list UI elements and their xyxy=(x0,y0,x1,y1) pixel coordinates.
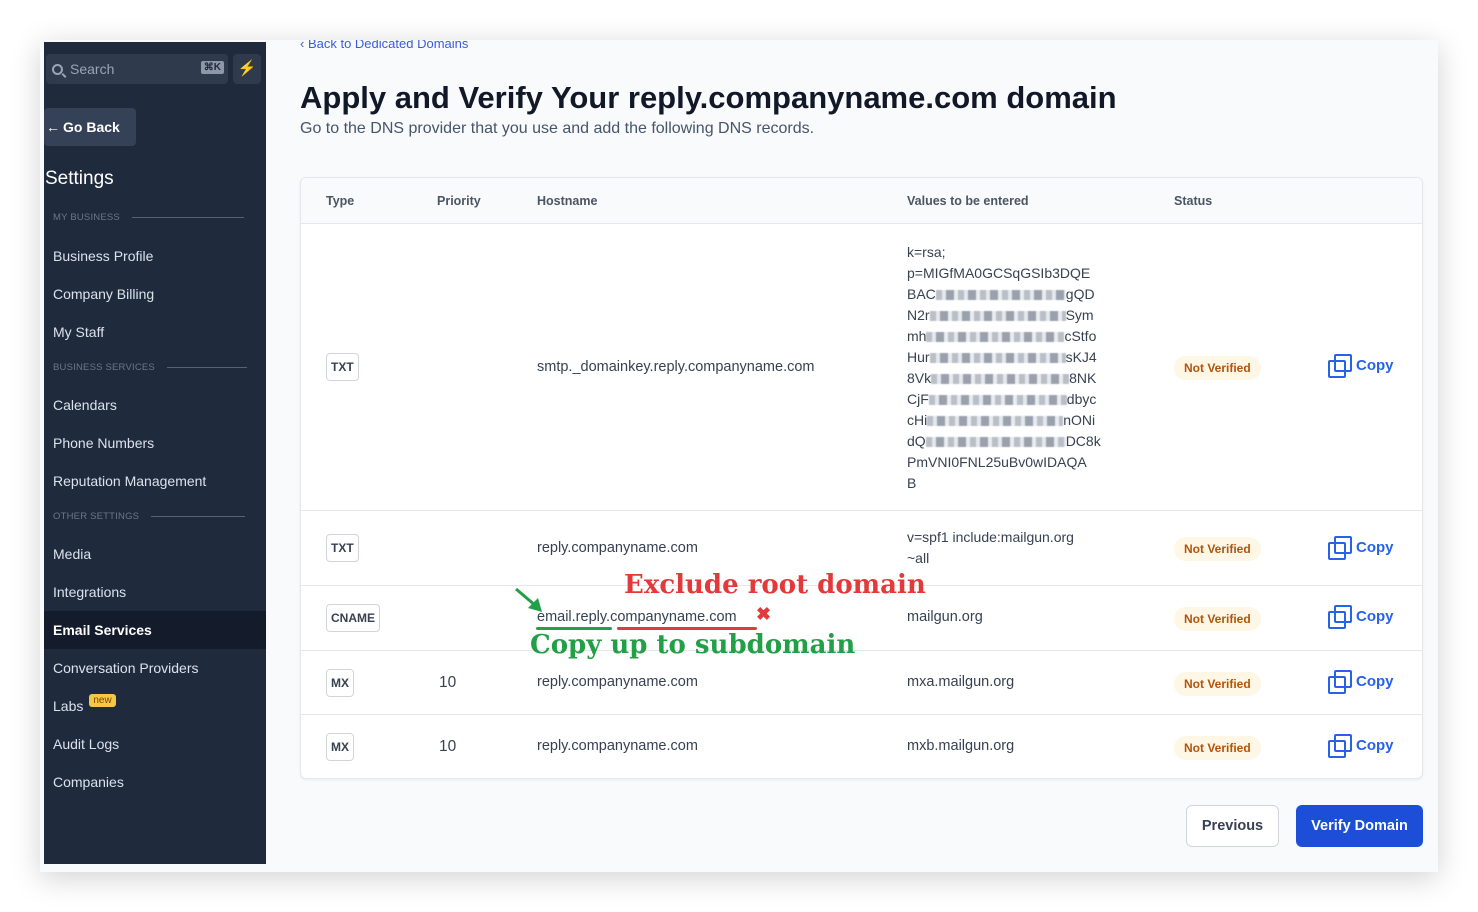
sidebar-item-my-staff[interactable]: My Staff xyxy=(53,324,104,340)
annotation-exclude-root-domain: Exclude root domain xyxy=(624,570,926,600)
table-row: MX 10 reply.companyname.com mxb.mailgun.… xyxy=(301,715,1422,779)
type-badge: TXT xyxy=(326,353,359,381)
dns-records-table: Type Priority Hostname Values to be ente… xyxy=(300,177,1423,779)
page-subtitle: Go to the DNS provider that you use and … xyxy=(300,120,815,137)
type-badge: CNAME xyxy=(326,604,380,632)
header-values: Values to be entered xyxy=(907,194,1029,208)
go-back-label: Go Back xyxy=(63,119,120,135)
sidebar-item-business-profile[interactable]: Business Profile xyxy=(53,248,153,264)
hostname-cell[interactable]: reply.companyname.com xyxy=(537,738,698,754)
sidebar-item-audit-logs[interactable]: Audit Logs xyxy=(53,736,119,752)
lightning-bolt-icon[interactable]: ⚡ xyxy=(233,54,261,84)
table-header: Type Priority Hostname Values to be ente… xyxy=(301,178,1422,224)
copy-icon xyxy=(1328,605,1352,629)
table-row: TXT smtp._domainkey.reply.companyname.co… xyxy=(301,224,1422,511)
search-shortcut: ⌘K xyxy=(200,61,224,74)
sidebar-item-email-services[interactable]: Email Services xyxy=(53,622,152,638)
annotation-arrow-icon xyxy=(515,587,542,612)
annotation-underline-red xyxy=(617,627,757,630)
copy-button[interactable]: Copy xyxy=(1328,354,1394,378)
settings-title: Settings xyxy=(45,168,114,189)
status-badge: Not Verified xyxy=(1174,607,1261,631)
chevron-left-icon: ‹ xyxy=(300,40,308,51)
priority-cell: 10 xyxy=(439,738,457,755)
status-badge: Not Verified xyxy=(1174,672,1261,696)
status-badge: Not Verified xyxy=(1174,537,1261,561)
value-cell[interactable]: mailgun.org xyxy=(907,609,983,625)
sidebar-item-labs[interactable]: Labs new xyxy=(53,694,116,715)
copy-button[interactable]: Copy xyxy=(1328,536,1394,560)
go-back-button[interactable]: ← Go Back xyxy=(44,108,136,146)
search-input[interactable]: Search ⌘K xyxy=(46,54,228,84)
sidebar-item-companies[interactable]: Companies xyxy=(53,774,124,790)
status-badge: Not Verified xyxy=(1174,736,1261,760)
annotation-copy-up-to-subdomain: Copy up to subdomain xyxy=(530,630,856,660)
type-badge: TXT xyxy=(326,534,359,562)
type-badge: MX xyxy=(326,733,354,761)
value-cell[interactable]: mxb.mailgun.org xyxy=(907,738,1014,754)
copy-icon xyxy=(1328,670,1352,694)
header-type: Type xyxy=(326,194,355,208)
section-my-business: MY BUSINESS xyxy=(53,212,244,223)
copy-icon xyxy=(1328,734,1352,758)
annotation-underline-green xyxy=(536,627,612,630)
sidebar-item-phone-numbers[interactable]: Phone Numbers xyxy=(53,435,154,451)
copy-button[interactable]: Copy xyxy=(1328,734,1394,758)
table-row: MX 10 reply.companyname.com mxa.mailgun.… xyxy=(301,651,1422,715)
labs-label: Labs xyxy=(53,698,84,714)
copy-button[interactable]: Copy xyxy=(1328,605,1394,629)
value-cell[interactable]: v=spf1 include:mailgun.org ~all xyxy=(907,527,1074,569)
header-hostname: Hostname xyxy=(537,194,598,208)
section-business-services: BUSINESS SERVICES xyxy=(53,362,247,373)
page-title: Apply and Verify Your reply.companyname.… xyxy=(300,80,1117,115)
sidebar: Search ⌘K ⚡ ← Go Back Settings MY BUSINE… xyxy=(44,42,266,864)
status-badge: Not Verified xyxy=(1174,356,1261,380)
type-badge: MX xyxy=(326,669,354,697)
new-badge: new xyxy=(89,694,116,707)
arrow-left-icon: ← xyxy=(46,119,60,135)
hostname-cell[interactable]: reply.companyname.com xyxy=(537,540,698,556)
copy-button[interactable]: Copy xyxy=(1328,670,1394,694)
copy-icon xyxy=(1328,354,1352,378)
hostname-cell[interactable]: smtp._domainkey.reply.companyname.com xyxy=(537,359,815,375)
app-window: Search ⌘K ⚡ ← Go Back Settings MY BUSINE… xyxy=(40,40,1438,872)
copy-icon xyxy=(1328,536,1352,560)
annotation-x-mark-icon: ✖ xyxy=(756,604,772,624)
search-icon xyxy=(52,63,63,75)
sidebar-item-company-billing[interactable]: Company Billing xyxy=(53,286,154,302)
hostname-cell[interactable]: reply.companyname.com xyxy=(537,674,698,690)
sidebar-item-calendars[interactable]: Calendars xyxy=(53,397,117,413)
value-cell[interactable]: k=rsa; p=MIGfMA0GCSqGSIb3DQE BAC gQD N2r S… xyxy=(907,242,1101,494)
header-status: Status xyxy=(1174,194,1213,208)
verify-domain-button[interactable]: Verify Domain xyxy=(1296,805,1423,847)
section-other-settings: OTHER SETTINGS xyxy=(53,511,246,522)
header-priority: Priority xyxy=(437,194,481,208)
search-placeholder: Search xyxy=(70,61,115,77)
back-to-dedicated-domains-link[interactable]: ‹ Back to Dedicated Domains xyxy=(300,40,468,51)
priority-cell: 10 xyxy=(439,674,457,691)
sidebar-item-media[interactable]: Media xyxy=(53,546,91,562)
previous-button[interactable]: Previous xyxy=(1186,805,1279,847)
sidebar-item-integrations[interactable]: Integrations xyxy=(53,584,126,600)
value-cell[interactable]: mxa.mailgun.org xyxy=(907,674,1014,690)
hostname-cell[interactable]: email.reply.companyname.com xyxy=(537,609,737,625)
sidebar-item-reputation-management[interactable]: Reputation Management xyxy=(53,473,206,489)
sidebar-item-conversation-providers[interactable]: Conversation Providers xyxy=(53,660,199,676)
